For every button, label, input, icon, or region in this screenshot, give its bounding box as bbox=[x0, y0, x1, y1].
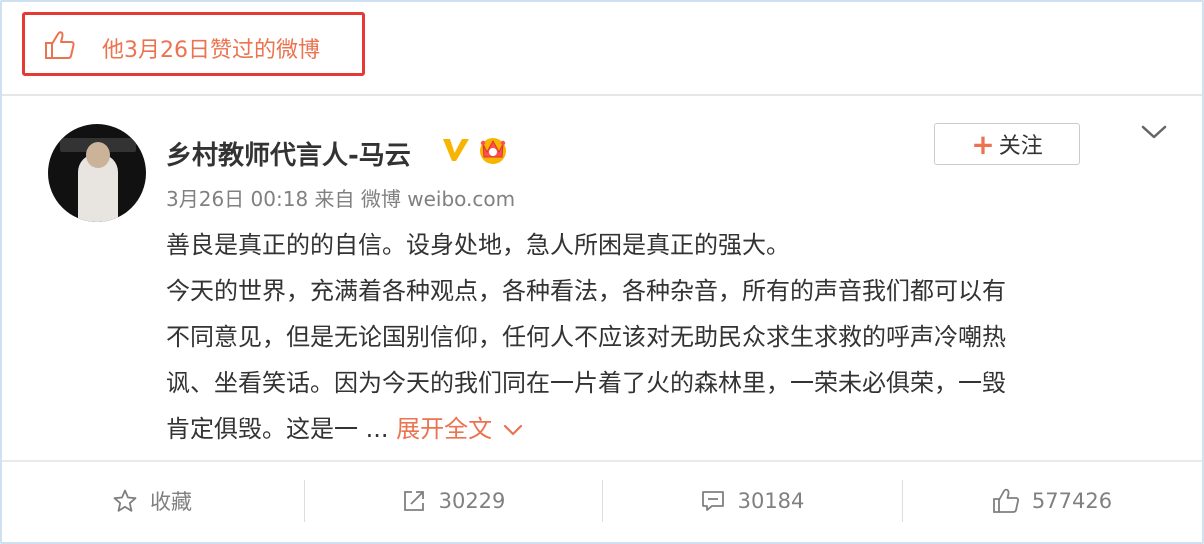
divider bbox=[2, 94, 1202, 96]
post-body: 善良是真正的的自信。设身处地，急人所困是真正的强大。 今天的世界，充满着各种观点… bbox=[166, 222, 1156, 452]
liked-header-text[interactable]: 他3月26日赞过的微博 bbox=[102, 32, 320, 64]
plus-icon: + bbox=[971, 127, 995, 161]
post-line: 善良是真正的的自信。设身处地，急人所困是真正的强大。 bbox=[166, 231, 790, 259]
post-line: 不同意见，但是无论国别信仰，任何人不应该对无助民众求生求救的呼声冷嘲热 bbox=[166, 323, 1006, 351]
favorite-label: 收藏 bbox=[150, 490, 192, 514]
repost-count: 30229 bbox=[438, 489, 506, 513]
post-line: 讽、坐看笑话。因为今天的我们同在一片着了火的森林里，一荣未必俱荣，一毁 bbox=[166, 369, 1006, 397]
follow-label: 关注 bbox=[998, 134, 1043, 159]
post-line: 今天的世界，充满着各种观点，各种看法，各种杂音，所有的声音我们都可以有 bbox=[166, 277, 1006, 305]
comment-icon bbox=[701, 491, 724, 511]
verified-v-icon bbox=[443, 139, 469, 161]
post-meta: 3月26日 00:18 来自 微博 weibo.com bbox=[166, 187, 516, 211]
comment-count: 30184 bbox=[737, 489, 805, 513]
chevron-down-icon[interactable] bbox=[502, 423, 524, 437]
comment-button[interactable]: 30184 bbox=[602, 462, 902, 540]
weibo-card: 他3月26日赞过的微博 乡村教师代言人-马云 + 关注 3月26日 00:18 … bbox=[0, 0, 1204, 544]
post-line-last: 肯定俱毁。这是一 ... 展开全文 bbox=[166, 406, 1156, 452]
favorite-button[interactable]: 收藏 bbox=[2, 462, 302, 540]
avatar-head bbox=[86, 142, 110, 168]
action-bar: 收藏 30229 30184 577426 bbox=[2, 462, 1202, 540]
thumbs-up-icon bbox=[45, 31, 75, 59]
star-icon bbox=[113, 489, 137, 512]
chevron-down-icon[interactable] bbox=[1140, 122, 1168, 142]
post-line-truncated: 肯定俱毁。这是一 ... bbox=[166, 415, 389, 443]
crown-badge-icon[interactable] bbox=[476, 132, 510, 166]
expand-full-text-link[interactable]: 展开全文 bbox=[396, 415, 492, 443]
avatar[interactable] bbox=[48, 124, 146, 222]
like-button[interactable]: 577426 bbox=[902, 462, 1202, 540]
liked-header: 他3月26日赞过的微博 bbox=[2, 2, 1202, 94]
like-count: 577426 bbox=[1031, 489, 1113, 513]
thumbs-up-icon bbox=[993, 488, 1019, 513]
follow-button[interactable]: + 关注 bbox=[934, 123, 1080, 165]
repost-icon bbox=[403, 491, 424, 511]
author-name[interactable]: 乡村教师代言人-马云 bbox=[166, 135, 411, 172]
repost-button[interactable]: 30229 bbox=[304, 462, 602, 540]
